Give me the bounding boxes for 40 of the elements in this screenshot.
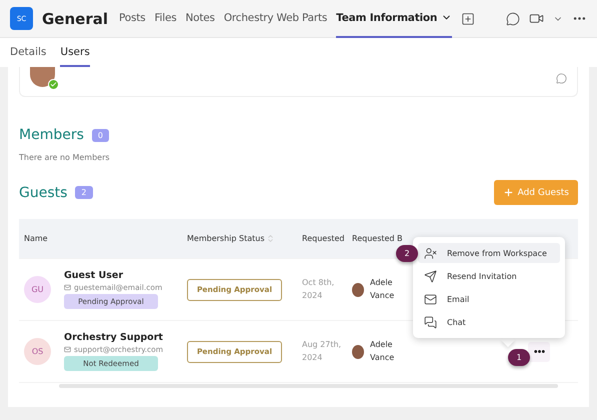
menu-item[interactable]: Resend Invitation [418,266,560,286]
channel-name: General [42,10,108,28]
initials-avatar: OS [24,338,51,365]
send-icon [424,270,437,282]
column-header[interactable]: Membership Status [187,234,302,243]
sub-tab[interactable]: Details [10,38,46,67]
section-title: Guests [19,184,68,200]
guest-name: Orchestry Support [64,332,163,343]
photo-placeholder [352,282,364,296]
sort-icon [266,234,276,243]
section-title: Members [19,127,84,143]
mail-icon [424,292,437,306]
chat-icon[interactable] [506,12,520,26]
channel-tab[interactable]: Orchestry Web Parts [224,0,328,38]
menu-item[interactable]: Chat [418,312,560,332]
column-header[interactable]: Requested [302,234,352,243]
online-status-icon [48,79,59,90]
requested-date: Aug 27th, 2024 [302,338,342,364]
chat-icon [424,316,437,328]
mail-icon [64,346,71,353]
more-actions-button[interactable] [528,342,550,362]
photo-placeholder [352,344,364,358]
channel-tab[interactable]: Notes [186,0,215,38]
count-badge: 2 [75,186,93,199]
channel-tab[interactable]: Files [154,0,176,38]
count-badge: 0 [92,128,109,142]
plus-icon [502,187,514,198]
remove-user-icon [424,246,437,260]
requested-date: Oct 8th, 2024 [302,276,336,302]
menu-item[interactable]: Remove from Workspace [418,243,560,263]
requester-name: Adele Vance [370,338,396,364]
mail-icon [64,284,71,291]
guest-name: Guest User [64,270,124,281]
menu-item[interactable]: Email [418,289,560,309]
empty-message: There are no Members [19,153,111,162]
initials-avatar: GU [24,276,51,303]
requester-name: Adele Vance [370,276,396,302]
add-tab-icon[interactable] [461,12,476,26]
channel-tab[interactable]: Posts [119,0,146,38]
column-header[interactable]: Name [24,234,187,243]
